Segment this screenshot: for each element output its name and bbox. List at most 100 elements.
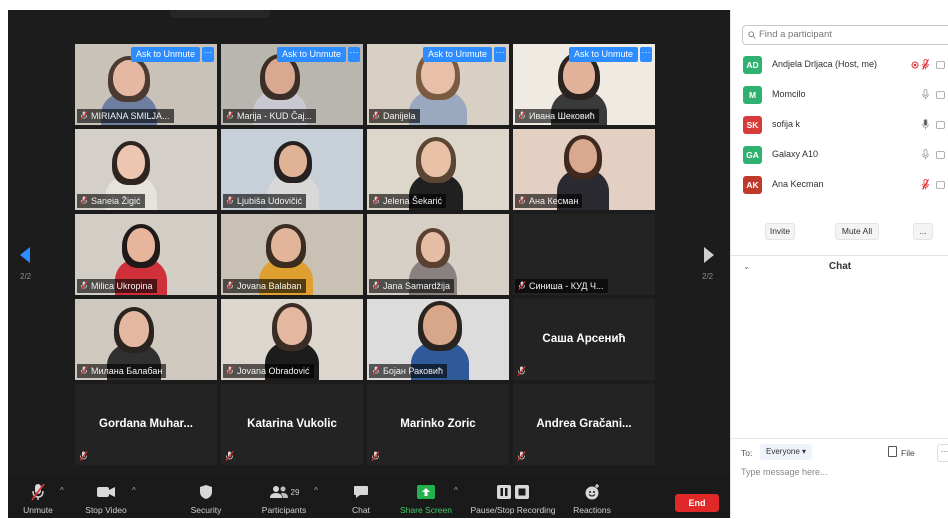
top-drag-handle[interactable] <box>170 10 270 18</box>
participant-list-name: Momcilo <box>772 89 806 99</box>
participant-video-tile[interactable]: Gordana Muhar... <box>75 384 217 465</box>
tile-more-options-button[interactable]: ··· <box>640 47 652 62</box>
participant-name: Jana Samardžija <box>383 281 451 291</box>
muted-microphone-icon <box>225 451 234 461</box>
participant-video-tile[interactable]: Milica Ukropina <box>75 214 217 295</box>
chat-recipient-select[interactable]: Everyone ▾ <box>760 444 813 460</box>
muted-microphone-icon <box>80 196 88 205</box>
chat-more-button[interactable]: ··· <box>937 444 948 462</box>
participant-video-tile[interactable]: Jovana Balaban <box>221 214 363 295</box>
participant-video-tile[interactable]: Ана Кесман <box>513 129 655 210</box>
muted-microphone-icon <box>372 281 380 290</box>
share-screen-button[interactable]: Share Screen <box>398 482 454 515</box>
chat-message-input[interactable]: Type message here... <box>741 467 828 477</box>
security-button[interactable]: Security <box>186 482 226 515</box>
end-meeting-button[interactable]: End <box>675 494 719 512</box>
participant-video-tile[interactable]: Jelena Šekarić <box>367 129 509 210</box>
participant-video-tile[interactable]: Милана Балабан <box>75 299 217 380</box>
previous-page-arrow-icon[interactable] <box>18 246 32 264</box>
participant-list-item[interactable]: AD Andjela Drljaca (Host, me) <box>743 56 948 86</box>
microphone-icon[interactable] <box>922 149 929 160</box>
participant-name: Jelena Šekarić <box>383 196 443 206</box>
chat-button[interactable]: Chat <box>347 482 375 515</box>
page-indicator-right: 2/2 <box>702 272 714 281</box>
participant-list-item[interactable]: GA Galaxy A10 <box>743 146 948 176</box>
participant-name: Danijela <box>383 111 416 121</box>
muted-microphone-icon <box>79 451 88 461</box>
participant-list-name: Andjela Drljaca (Host, me) <box>772 59 878 69</box>
participant-video-tile[interactable]: Саша Арсенић <box>513 299 655 380</box>
participant-list-item[interactable]: M Momcilo <box>743 86 948 116</box>
participant-list-item[interactable]: SK sofija k <box>743 116 948 146</box>
participant-name: Saneia Žigić <box>91 196 141 206</box>
muted-microphone-icon[interactable] <box>922 179 929 190</box>
pause-stop-recording-button[interactable]: Pause/Stop Recording <box>470 482 556 515</box>
participant-video-tile[interactable]: Бојан Раковић <box>367 299 509 380</box>
participant-video-tile[interactable]: Синиша - КУД Ч... <box>513 214 655 295</box>
participant-name-label: Саша Арсенић <box>542 333 626 345</box>
participant-name-label: Милана Балабан <box>77 364 167 378</box>
invite-button[interactable]: Invite <box>765 223 795 240</box>
participant-video-tile[interactable]: Andrea Gračani... <box>513 384 655 465</box>
chat-header: ⌄ Chat <box>731 255 948 278</box>
search-icon <box>748 31 756 39</box>
participant-name: Ивана Шековић <box>529 111 595 121</box>
tile-more-options-button[interactable]: ··· <box>202 47 214 62</box>
participants-button[interactable]: 29 Participants <box>260 482 308 515</box>
video-options-caret[interactable]: ^ <box>132 486 136 495</box>
video-grid: MIRIANA SMILJA... Ask to Unmute ··· Mari… <box>75 44 665 465</box>
video-camera-icon[interactable] <box>936 151 948 159</box>
microphone-icon[interactable] <box>922 119 929 130</box>
share-options-caret[interactable]: ^ <box>454 486 458 495</box>
video-camera-icon[interactable] <box>936 121 948 129</box>
video-camera-icon[interactable] <box>936 181 948 189</box>
participant-video-tile[interactable]: Jana Samardžija <box>367 214 509 295</box>
participant-search-input[interactable]: Find a participant <box>742 25 948 45</box>
participant-video-tile[interactable]: MIRIANA SMILJA... Ask to Unmute ··· <box>75 44 217 125</box>
participants-options-caret[interactable]: ^ <box>314 486 318 495</box>
reactions-button[interactable]: Reactions <box>572 482 612 515</box>
tile-more-options-button[interactable]: ··· <box>494 47 506 62</box>
host-record-icon <box>911 61 919 69</box>
muted-microphone-icon <box>371 451 380 461</box>
participant-video-tile[interactable]: Katarina Vukolic <box>221 384 363 465</box>
participant-video-tile[interactable]: Marija - KUD Čaj... Ask to Unmute ··· <box>221 44 363 125</box>
tile-more-options-button[interactable]: ··· <box>348 47 360 62</box>
participant-video-tile[interactable]: Marinko Zoric <box>367 384 509 465</box>
participant-list-name: Galaxy A10 <box>772 149 819 159</box>
mute-all-button[interactable]: Mute All <box>835 223 879 240</box>
more-options-button[interactable]: ... <box>913 223 933 240</box>
participant-avatar: M <box>743 86 762 104</box>
microphone-icon[interactable] <box>922 89 929 100</box>
ask-to-unmute-button[interactable]: Ask to Unmute <box>568 47 638 62</box>
muted-microphone-icon[interactable] <box>922 59 929 70</box>
participant-list-name: Ana Kecman <box>772 179 824 189</box>
participant-name-label: Milica Ukropina <box>77 279 157 293</box>
meeting-toolbar: Unmute ^ Stop Video ^ Security 29 Partic… <box>8 474 730 518</box>
participant-list-item[interactable]: AK Ana Kecman <box>743 176 948 206</box>
video-camera-icon[interactable] <box>936 61 948 69</box>
chat-bubble-icon <box>354 486 368 498</box>
participant-list: AD Andjela Drljaca (Host, me) M Momcilo … <box>743 56 948 206</box>
participant-video-tile[interactable]: Ljubiša Udovičić <box>221 129 363 210</box>
participant-video-tile[interactable]: Jovana Obradović <box>221 299 363 380</box>
participant-avatar: AK <box>743 176 762 194</box>
next-page-arrow-icon[interactable] <box>702 246 716 264</box>
participant-video-tile[interactable]: Saneia Žigić <box>75 129 217 210</box>
participant-video-tile[interactable]: Danijela Ask to Unmute ··· <box>367 44 509 125</box>
stop-video-button[interactable]: Stop Video <box>84 482 128 515</box>
ask-to-unmute-button[interactable]: Ask to Unmute <box>130 47 200 62</box>
send-file-button[interactable]: File <box>888 446 915 458</box>
participant-name: Jovana Balaban <box>237 281 302 291</box>
muted-microphone-icon <box>517 366 526 376</box>
video-camera-icon[interactable] <box>936 91 948 99</box>
participant-video-tile[interactable]: Ивана Шековић Ask to Unmute ··· <box>513 44 655 125</box>
participant-name-label: Katarina Vukolic <box>247 418 337 430</box>
participants-count: 29 <box>290 487 300 497</box>
participant-name-label: Ljubiša Udovičić <box>223 194 307 208</box>
audio-options-caret[interactable]: ^ <box>60 486 64 495</box>
muted-microphone-icon <box>372 196 380 205</box>
unmute-button[interactable]: Unmute <box>18 482 58 515</box>
ask-to-unmute-button[interactable]: Ask to Unmute <box>276 47 346 62</box>
ask-to-unmute-button[interactable]: Ask to Unmute <box>422 47 492 62</box>
